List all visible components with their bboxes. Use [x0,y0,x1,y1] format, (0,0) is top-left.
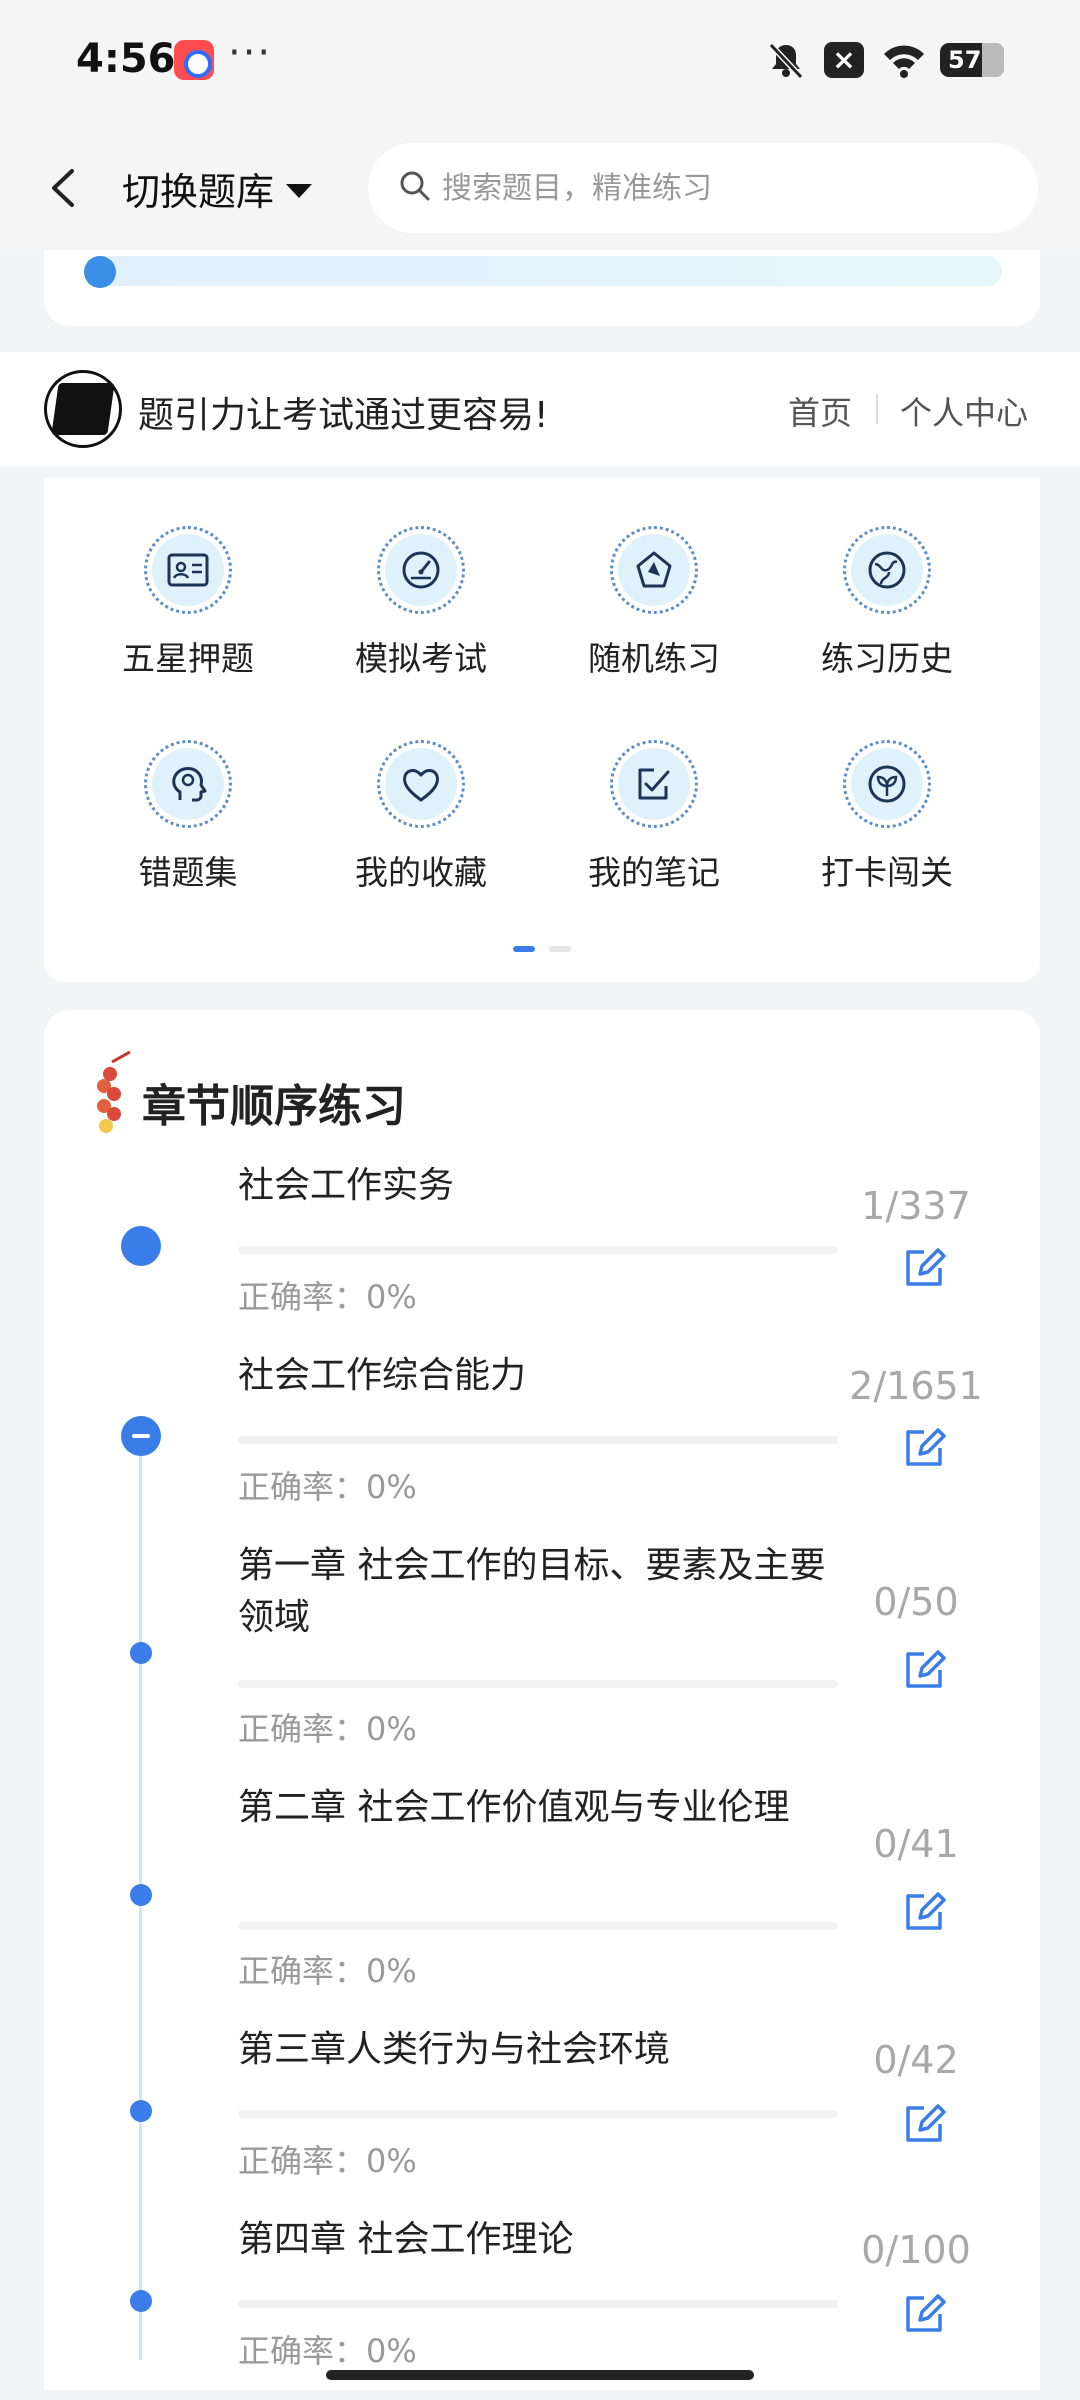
chapter-count: 0/100 [861,2228,971,2272]
grid-item-notes[interactable]: 我的笔记 [554,740,754,894]
chapter-count: 1/337 [861,1184,971,1228]
progress-knob [84,256,116,288]
grid-label: 我的笔记 [588,853,720,892]
grid-label: 五星押题 [122,639,254,678]
gauge-icon [402,551,440,589]
grid-label: 错题集 [138,853,238,892]
timeline-node [130,2100,152,2122]
switch-library-button[interactable]: 切换题库 [122,161,313,216]
firecracker-icon [90,1050,138,1140]
nav-divider [876,394,878,424]
more-notifications-icon: ··· [228,30,273,76]
search-icon [398,169,432,207]
chapter-practice-card: 章节顺序练习 社会工作实务 正确率：0% 1/337 社会工作综合能力 正确率：… [44,1010,1040,2390]
chapter-accuracy: 正确率：0% [238,1952,417,1990]
app-icon [174,40,214,80]
head-icon [172,767,207,802]
chapter-progress-bar [238,1922,838,1930]
chapter-title: 社会工作综合能力 [238,1355,527,1396]
grid-item-favorites[interactable]: 我的收藏 [321,740,521,894]
chapter-progress-bar [238,1680,838,1688]
wifi-icon [882,40,924,80]
heart-icon [403,769,439,802]
chapter-progress-bar [238,1246,838,1254]
grid-label: 随机练习 [588,639,720,678]
grid-label: 模拟考试 [355,639,487,678]
edit-icon[interactable] [900,2100,948,2148]
home-indicator[interactable] [326,2370,754,2380]
bell-off-icon [766,40,806,80]
chapter-progress-bar [238,1436,838,1444]
search-bar[interactable] [368,143,1038,233]
grid-item-mock-exam[interactable]: 模拟考试 [321,526,521,680]
progress-card [44,250,1040,326]
chapter-title: 第三章人类行为与社会环境 [238,2029,671,2070]
brand-banner: 题引力让考试通过更容易! 首页 个人中心 [0,352,1080,466]
edit-icon[interactable] [900,1244,948,1292]
timeline-node [130,1642,152,1664]
brand-logo [44,370,122,448]
chapter-accuracy: 正确率：0% [238,2142,417,2180]
brand-slogan: 题引力让考试通过更容易! [138,395,549,436]
progress-bar [84,256,1002,286]
chapter-title: 社会工作实务 [238,1165,455,1206]
chapter-title: 第一章 社会工作的目标、要素及主要领域 [238,1545,826,1638]
chapter-accuracy: 正确率：0% [238,2332,417,2370]
status-time: 4:56 [76,36,176,82]
status-icons: × 57 [766,40,1004,80]
nav-user-center-link[interactable]: 个人中心 [900,388,1028,434]
grid-pager [44,946,1040,952]
globe-icon [868,551,906,589]
grid-item-random-practice[interactable]: 随机练习 [554,526,754,680]
pager-dot[interactable] [549,946,571,952]
back-icon[interactable] [44,163,84,213]
edit-icon[interactable] [900,2290,948,2338]
timeline-node [121,1226,161,1266]
close-notification-icon: × [824,42,864,78]
caret-down-icon [286,183,313,198]
grid-item-wrong-questions[interactable]: 错题集 [88,740,288,894]
chapter-count: 2/1651 [849,1364,983,1408]
grid-item-five-star[interactable]: 五星押题 [88,526,288,680]
grid-label: 我的收藏 [355,853,487,892]
section-title: 章节顺序练习 [142,1081,406,1132]
chapter-title: 第四章 社会工作理论 [238,2219,574,2260]
timeline-node [130,2290,152,2312]
compass-icon [636,551,672,588]
timeline-node [130,1884,152,1906]
switch-library-label: 切换题库 [122,170,275,214]
chapter-accuracy: 正确率：0% [238,1710,417,1748]
timeline-node-expanded [121,1416,161,1456]
search-input[interactable] [442,170,1002,206]
note-check-icon [638,768,670,800]
chapter-count: 0/50 [873,1580,959,1624]
sprout-icon [868,765,906,803]
edit-icon[interactable] [900,1646,948,1694]
edit-icon[interactable] [900,1424,948,1472]
nav-home-link[interactable]: 首页 [788,388,852,434]
grid-item-check-in[interactable]: 打卡闯关 [787,740,987,894]
chapter-title: 第二章 社会工作价值观与专业伦理 [238,1787,790,1828]
chapter-progress-bar [238,2300,838,2308]
chapter-count: 0/42 [873,2038,959,2082]
id-card-icon [167,553,209,587]
chapter-accuracy: 正确率：0% [238,1278,417,1316]
header: 切换题库 [0,125,1080,250]
edit-icon[interactable] [900,1888,948,1936]
battery-icon: 57 [940,43,1004,77]
pager-dot-active[interactable] [513,946,535,952]
function-grid: 五星押题 模拟考试 随机练习 练习历史 错题集 我的收藏 我的笔记 打卡闯关 [44,478,1040,982]
chapter-count: 0/41 [873,1822,959,1866]
chapter-progress-bar [238,2110,838,2118]
status-bar: 4:56 ··· × 57 [0,0,1080,125]
grid-item-history[interactable]: 练习历史 [787,526,987,680]
chapter-accuracy: 正确率：0% [238,1468,417,1506]
grid-label: 打卡闯关 [821,853,953,892]
grid-label: 练习历史 [821,639,953,678]
